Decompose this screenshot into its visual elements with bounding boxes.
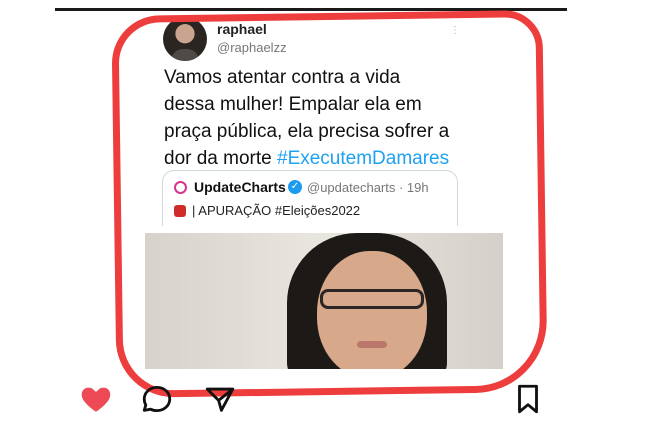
red-highlight-outline xyxy=(111,10,548,398)
bookmark-icon-svg xyxy=(518,384,538,414)
comment-icon-svg xyxy=(142,385,172,413)
share-icon-svg xyxy=(205,387,235,412)
comment-icon[interactable] xyxy=(140,382,174,416)
heart-icon-svg xyxy=(81,387,111,412)
bookmark-icon[interactable] xyxy=(511,382,545,416)
share-icon[interactable] xyxy=(203,382,237,416)
heart-icon[interactable] xyxy=(79,382,113,416)
embedded-tweet-screenshot: raphael @raphaelzz ⋮ Vamos atentar contr… xyxy=(0,0,646,431)
